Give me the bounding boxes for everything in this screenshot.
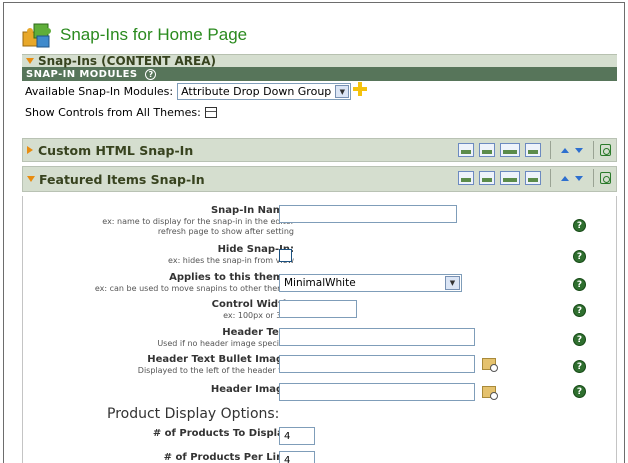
content-area-title: Snap-Ins (CONTENT AREA) [38, 54, 217, 68]
layout-image-icon[interactable] [458, 171, 474, 185]
toolbar-divider [593, 169, 594, 187]
collapse-triangle-icon [27, 176, 35, 182]
toolbar-divider [593, 141, 594, 159]
field-label-group: Header Text: Used if no header image spe… [157, 327, 294, 349]
move-down-icon[interactable] [575, 147, 583, 153]
field-label: Snap-In Name: [210, 205, 294, 216]
field-label: # of Products Per Line: [163, 452, 294, 463]
expand-triangle-icon [27, 146, 33, 154]
move-down-icon[interactable] [575, 175, 583, 181]
featured-items-settings: Snap-In Name: ex: name to display for th… [22, 196, 617, 463]
show-controls-icon[interactable] [204, 107, 217, 118]
field-hint: Displayed to the left of the header text [137, 366, 294, 375]
field-label-group: # of Products To Display: [153, 428, 294, 440]
snapin-bar-custom-html[interactable]: Custom HTML Snap-In [22, 138, 617, 162]
layout-image-icon[interactable] [525, 143, 541, 157]
field-hint: ex: hides the snap-in from view [168, 256, 294, 265]
header-image-input[interactable] [279, 383, 475, 401]
page-title: Snap-Ins for Home Page [60, 25, 248, 44]
toolbar-divider [550, 169, 551, 187]
content-area-header[interactable]: Snap-Ins (CONTENT AREA) [22, 54, 617, 68]
products-to-display-input[interactable]: 4 [279, 427, 315, 445]
show-controls-row: Show Controls from All Themes: [22, 102, 617, 123]
layout-image-icon[interactable] [525, 171, 541, 185]
field-label: Header Text Bullet Image: [147, 354, 294, 365]
field-label: Header Text: [222, 327, 294, 338]
field-hint: Used if no header image specified [157, 339, 294, 348]
help-icon[interactable]: ? [573, 219, 586, 232]
header-bullet-input[interactable] [279, 355, 475, 373]
help-icon[interactable]: ? [573, 385, 586, 398]
delete-icon[interactable] [600, 144, 611, 156]
content-area-panel: Snap-Ins (CONTENT AREA) SNAP-IN MODULES … [22, 54, 617, 131]
field-label: # of Products To Display: [152, 428, 294, 439]
chevron-down-icon[interactable]: ▼ [335, 85, 350, 98]
collapse-triangle-icon [26, 58, 34, 64]
help-icon[interactable]: ? [573, 360, 586, 373]
snapin-toolbar [458, 139, 616, 161]
browse-folder-icon[interactable] [482, 386, 498, 400]
hide-snap-in-checkbox[interactable] [279, 249, 292, 262]
help-icon[interactable]: ? [573, 333, 586, 346]
modules-header-label: SNAP-IN MODULES [26, 68, 138, 80]
help-icon[interactable]: ? [573, 304, 586, 317]
field-label: Applies to this theme: [169, 272, 294, 283]
field-hint: ex: can be used to move snapins to other… [94, 284, 294, 293]
move-up-icon[interactable] [561, 147, 569, 153]
layout-image-text-icon[interactable] [500, 171, 520, 185]
layout-image-text-icon[interactable] [500, 143, 520, 157]
field-label: Hide Snap-In: [217, 244, 294, 255]
theme-select-value: MinimalWhite [284, 277, 356, 289]
show-controls-label: Show Controls from All Themes: [25, 106, 201, 119]
field-label-group: # of Products Per Line: [164, 452, 294, 463]
snap-in-modules-header: SNAP-IN MODULES ? [22, 67, 617, 81]
available-modules-value: Attribute Drop Down Group [181, 85, 332, 98]
help-icon[interactable]: ? [145, 68, 157, 80]
page-header: Snap-Ins for Home Page [20, 19, 247, 51]
field-label-group: Applies to this theme: ex: can be used t… [95, 272, 294, 294]
available-modules-row: Available Snap-In Modules: Attribute Dro… [22, 81, 617, 102]
add-plus-icon[interactable] [353, 81, 368, 96]
delete-icon[interactable] [600, 172, 611, 184]
field-label-group: Header Text Bullet Image: Displayed to t… [138, 354, 294, 376]
layout-image-icon[interactable] [458, 143, 474, 157]
snapin-title: Custom HTML Snap-In [38, 142, 194, 158]
help-icon[interactable]: ? [573, 278, 586, 291]
toolbar-divider [550, 141, 551, 159]
field-hint: refresh page to show after setting [157, 227, 294, 236]
header-text-input[interactable] [279, 328, 475, 346]
products-per-line-input[interactable]: 4 [279, 451, 315, 463]
layout-image-icon[interactable] [479, 171, 495, 185]
browse-folder-icon[interactable] [482, 358, 498, 372]
product-display-heading: Product Display Options: [107, 406, 280, 422]
snapin-toolbar [458, 167, 616, 189]
theme-select[interactable]: MinimalWhite ▼ [279, 274, 462, 292]
move-up-icon[interactable] [561, 175, 569, 181]
snapin-bar-featured-items[interactable]: Featured Items Snap-In [22, 166, 617, 192]
available-modules-label: Available Snap-In Modules: [25, 85, 174, 98]
puzzle-plugin-icon [20, 20, 54, 50]
control-width-input[interactable] [279, 300, 357, 318]
field-hint: ex: name to display for the snap-in in t… [102, 217, 294, 226]
help-icon[interactable]: ? [573, 250, 586, 263]
field-label-group: Hide Snap-In: ex: hides the snap-in from… [168, 244, 294, 266]
available-modules-select[interactable]: Attribute Drop Down Group ▼ [177, 83, 352, 100]
chevron-down-icon[interactable]: ▼ [445, 276, 460, 290]
field-label-group: Snap-In Name: ex: name to display for th… [102, 205, 294, 237]
snap-in-name-input[interactable] [279, 205, 457, 223]
layout-image-icon[interactable] [479, 143, 495, 157]
snapin-title: Featured Items Snap-In [39, 171, 205, 187]
